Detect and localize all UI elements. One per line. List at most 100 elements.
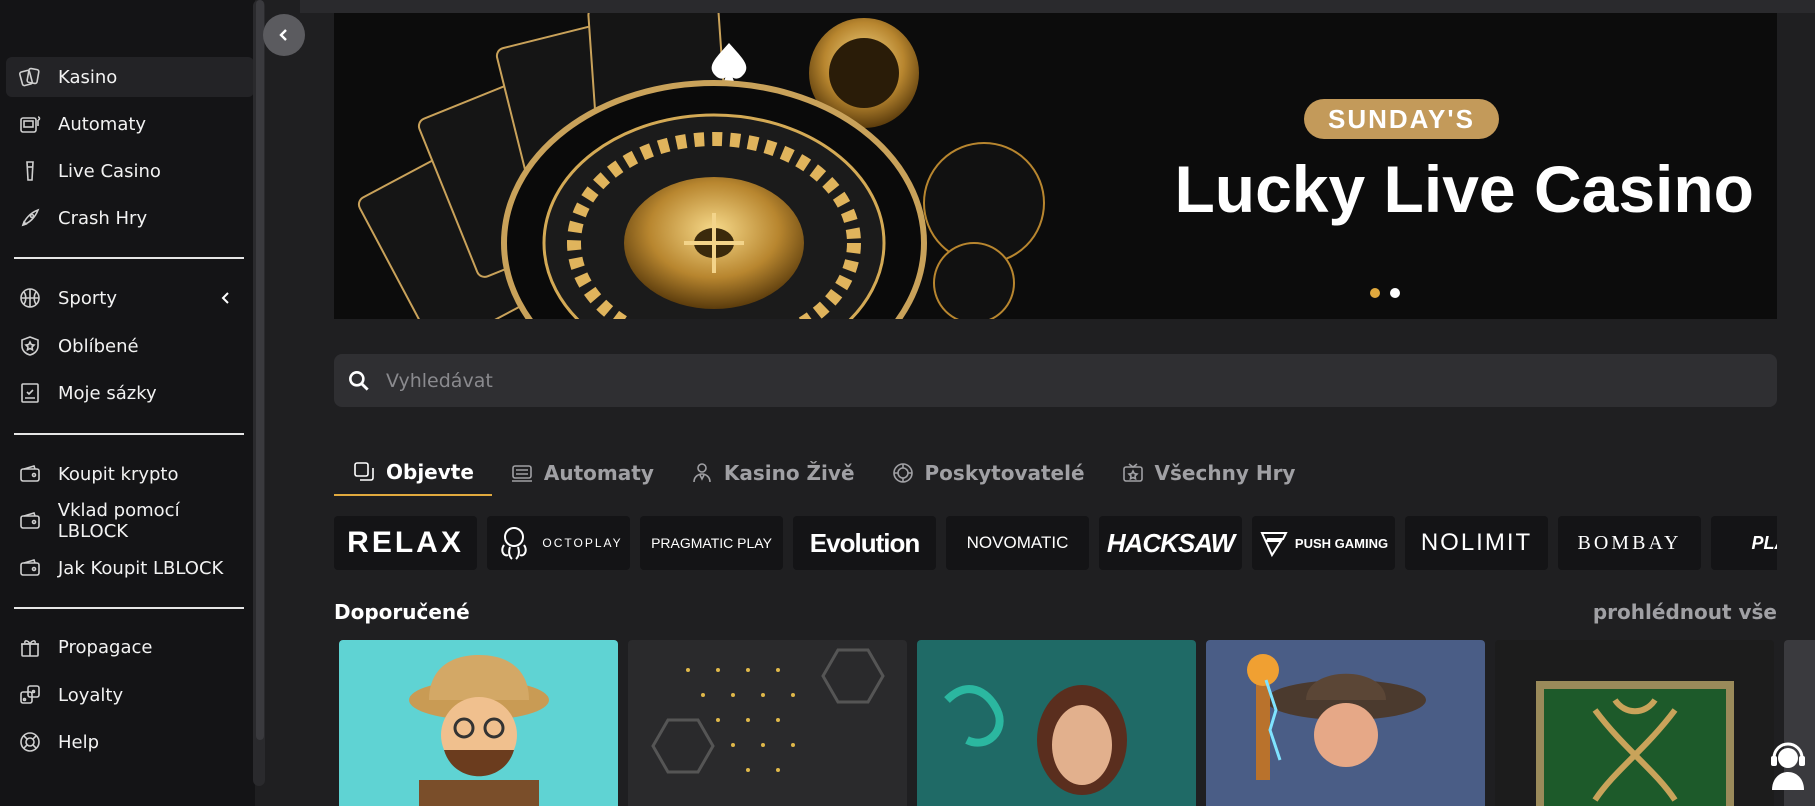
- basketball-icon: [16, 284, 44, 312]
- provider-logo[interactable]: PRAGMATIC PLAY: [640, 516, 783, 570]
- dice-icon: [16, 681, 44, 709]
- wizard-game-image: [1206, 640, 1485, 806]
- adventure-woman-game-image: [917, 640, 1196, 806]
- casino-artwork-image: [357, 13, 1045, 319]
- sidebar: Kasino Automaty Live Casino Crash Hry Sp…: [0, 0, 265, 806]
- wallet-icon: [16, 460, 44, 488]
- dealer-icon: [693, 463, 711, 483]
- tab-label: Všechny Hry: [1154, 461, 1296, 485]
- tab-automaty[interactable]: Automaty: [492, 450, 672, 496]
- tab-kasino-zive[interactable]: Kasino Živě: [672, 450, 873, 496]
- sidebar-item-oblibene[interactable]: Oblíbené: [6, 326, 254, 366]
- cards-icon: [16, 63, 44, 91]
- provider-logo[interactable]: Evolution: [793, 516, 936, 570]
- sidebar-item-label: Automaty: [58, 113, 147, 135]
- slot-machine-icon: [511, 465, 532, 482]
- sidebar-divider: [14, 607, 244, 609]
- provider-name: PUSH GAMING: [1294, 535, 1389, 551]
- rocket-icon: [16, 204, 44, 232]
- shield-star-icon: [16, 332, 44, 360]
- sidebar-item-propagace[interactable]: Propagace: [6, 627, 254, 667]
- sidebar-item-label: Jak Koupit LBLOCK: [58, 557, 224, 579]
- sidebar-item-koupit-krypto[interactable]: Koupit krypto: [6, 454, 254, 494]
- provider-carousel: RELAX OCTOPLAY PRAGMATIC PLAY Evolution …: [334, 516, 1777, 570]
- search-bar[interactable]: [334, 354, 1777, 407]
- game-tile[interactable]: [1495, 640, 1774, 806]
- section-title: Doporučené: [334, 600, 470, 624]
- tab-poskytovatele[interactable]: Poskytovatelé: [873, 450, 1103, 496]
- game-tile[interactable]: [339, 640, 618, 806]
- game-carousel: [339, 640, 1815, 806]
- sidebar-item-label: Live Casino: [58, 160, 161, 182]
- sidebar-item-automaty[interactable]: Automaty: [6, 104, 254, 144]
- sidebar-divider: [14, 433, 244, 435]
- provider-logo[interactable]: NOLIMIT: [1405, 516, 1548, 570]
- search-input[interactable]: [386, 369, 1777, 392]
- wallet-icon: [16, 507, 44, 535]
- game-tile[interactable]: [628, 640, 907, 806]
- collapse-sidebar-button[interactable]: [263, 14, 305, 56]
- hexagon-game-image: [628, 640, 907, 806]
- provider-logo[interactable]: PUSH GAMING: [1252, 516, 1395, 570]
- slot-machine-icon: [16, 110, 44, 138]
- discover-icon: [354, 462, 374, 481]
- provider-logo[interactable]: RELAX: [334, 516, 477, 570]
- game-tile[interactable]: [917, 640, 1196, 806]
- provider-logo[interactable]: OCTOPLAY: [487, 516, 630, 570]
- tab-label: Kasino Živě: [723, 461, 855, 485]
- sidebar-item-jak-koupit-lblock[interactable]: Jak Koupit LBLOCK: [6, 548, 254, 588]
- top-bar: [300, 0, 1815, 13]
- promo-pill: SUNDAY'S: [1304, 99, 1499, 139]
- dealer-icon: [16, 157, 44, 185]
- sidebar-item-label: Crash Hry: [58, 207, 148, 229]
- tab-vsechny-hry[interactable]: Všechny Hry: [1103, 450, 1314, 496]
- sidebar-item-label: Koupit krypto: [58, 463, 179, 485]
- explorer-game-image: [339, 640, 618, 806]
- category-tabs: Objevte Automaty Kasino Živě Poskytovate…: [334, 450, 1313, 498]
- sidebar-item-label: Help: [58, 731, 100, 753]
- sidebar-item-loyalty[interactable]: Loyalty: [6, 675, 254, 715]
- provider-logo[interactable]: PLAY'n: [1711, 516, 1777, 570]
- sidebar-scrollbar-thumb[interactable]: [256, 0, 264, 740]
- carousel-dots: [1370, 288, 1400, 298]
- tab-objevte[interactable]: Objevte: [334, 450, 492, 496]
- support-chat-button[interactable]: [1766, 740, 1810, 790]
- provider-icon: [892, 463, 913, 483]
- carousel-dot-2[interactable]: [1390, 288, 1400, 298]
- sidebar-item-label: Loyalty: [58, 684, 124, 706]
- carousel-dot-1[interactable]: [1370, 288, 1380, 298]
- gift-icon: [16, 633, 44, 661]
- chevron-left-icon: [279, 29, 287, 41]
- tab-label: Objevte: [386, 460, 474, 484]
- provider-name: OCTOPLAY: [542, 536, 623, 550]
- provider-logo[interactable]: BOMBAY: [1558, 516, 1701, 570]
- sidebar-item-moje-sazky[interactable]: Moje sázky: [6, 373, 254, 413]
- provider-logo[interactable]: HACKSAW: [1099, 516, 1242, 570]
- rope-frame-game-image: [1495, 640, 1774, 806]
- sidebar-item-label: Kasino: [58, 66, 118, 88]
- sidebar-item-help[interactable]: Help: [6, 722, 254, 762]
- sidebar-item-label: Vklad pomocí LBLOCK: [57, 500, 180, 542]
- sidebar-divider: [14, 257, 244, 259]
- headset-support-icon: [1771, 742, 1805, 790]
- tab-label: Automaty: [543, 461, 654, 485]
- game-tile[interactable]: [1206, 640, 1485, 806]
- chevron-left-icon[interactable]: [218, 290, 234, 306]
- sidebar-item-vklad-lblock[interactable]: Vklad pomocí LBLOCK: [6, 500, 254, 542]
- search-icon: [349, 370, 369, 391]
- sidebar-item-label: Sporty: [58, 287, 117, 309]
- sidebar-item-label: Moje sázky: [58, 382, 157, 404]
- push-gaming-icon: [1260, 532, 1288, 558]
- sidebar-item-sporty[interactable]: Sporty: [6, 278, 254, 318]
- tab-label: Poskytovatelé: [924, 461, 1085, 485]
- sidebar-item-live-casino[interactable]: Live Casino: [6, 151, 254, 191]
- sidebar-item-kasino[interactable]: Kasino: [6, 57, 254, 97]
- sidebar-item-crash-hry[interactable]: Crash Hry: [6, 198, 254, 238]
- lifebuoy-icon: [16, 728, 44, 756]
- provider-logo[interactable]: NOVOMATIC: [946, 516, 1089, 570]
- promo-banner[interactable]: SUNDAY'S Lucky Live Casino: [334, 13, 1777, 319]
- banner-title: Lucky Live Casino: [1174, 152, 1754, 226]
- see-all-link[interactable]: prohlédnout vše: [1593, 600, 1777, 624]
- sidebar-item-label: Propagace: [58, 636, 153, 658]
- octopus-icon: [501, 527, 527, 560]
